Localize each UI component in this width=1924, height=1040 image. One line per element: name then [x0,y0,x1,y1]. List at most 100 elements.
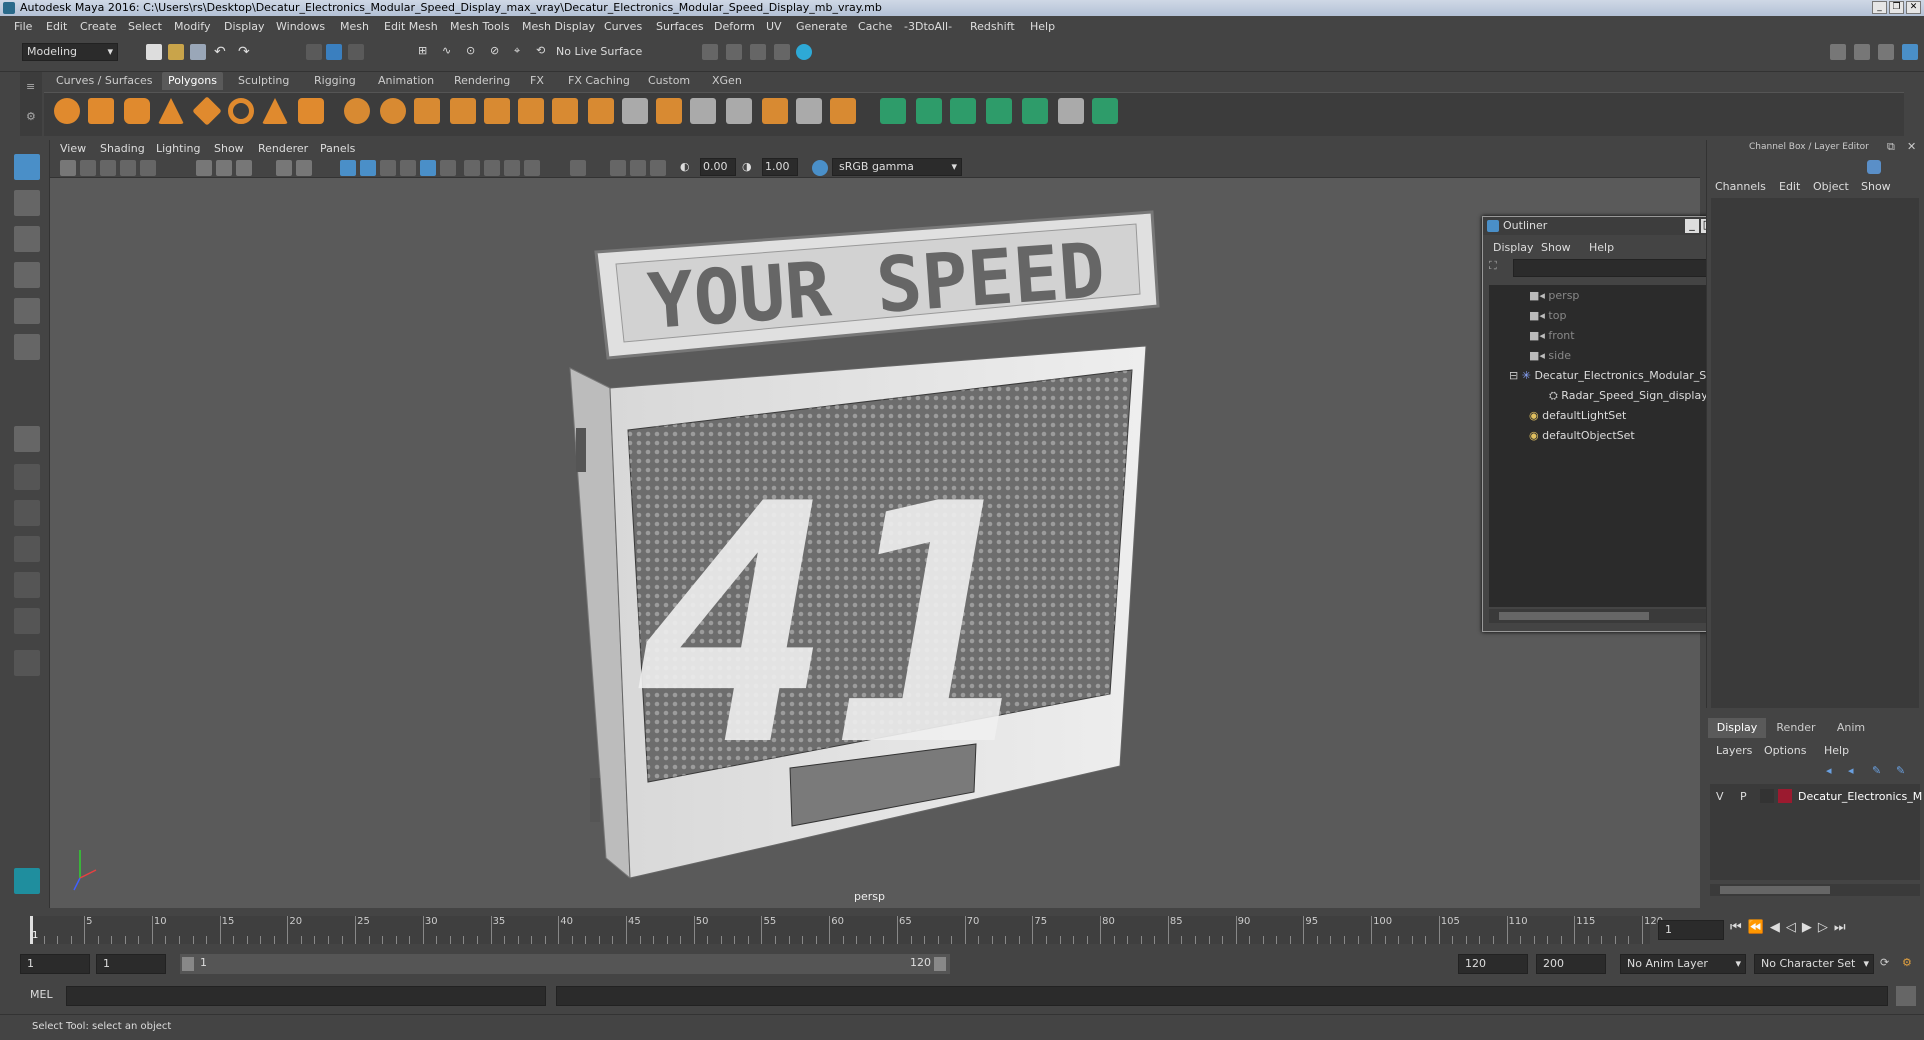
channel-box-menu-edit[interactable]: Edit [1779,180,1800,193]
menu-create[interactable]: Create [80,20,117,33]
cylindrical-mapping-icon[interactable] [916,98,942,124]
new-layer-icon[interactable]: ✎ [1872,764,1881,777]
rotate-tool-icon[interactable] [14,298,40,324]
menu-file[interactable]: File [14,20,32,33]
uv-sew-icon[interactable] [1092,98,1118,124]
lasso-tool-icon[interactable] [14,190,40,216]
image-plane-icon[interactable] [120,160,136,176]
range-end-handle[interactable] [934,957,946,971]
multi-cut-icon[interactable] [690,98,716,124]
append-icon[interactable] [656,98,682,124]
menu-redshift[interactable]: Redshift [970,20,1015,33]
viewport-menu-show[interactable]: Show [214,142,244,155]
layer-tab-anim[interactable]: Anim [1826,718,1876,738]
film-gate-icon[interactable] [216,160,232,176]
step-back-key-icon[interactable]: ⏪ [1748,920,1770,935]
camera-lock-icon[interactable] [80,160,96,176]
live-surface-field[interactable]: No Live Surface [556,43,654,61]
merge-icon[interactable] [762,98,788,124]
minimize-button[interactable]: _ [1872,1,1887,14]
outliner-filter-icon[interactable]: ⛶ [1489,259,1507,277]
playback-start-field[interactable]: 1 [96,954,166,974]
planar-mapping-icon[interactable] [880,98,906,124]
wireframe-on-shaded-icon[interactable] [420,160,436,176]
playback-end-field[interactable]: 120 [1458,954,1528,974]
combine-icon[interactable] [344,98,370,124]
render-frame-icon[interactable] [726,44,742,60]
layer-tab-display[interactable]: Display [1708,718,1766,738]
script-editor-icon[interactable] [1896,986,1916,1006]
outliner-item-side[interactable]: ■◂ side [1529,347,1571,365]
smooth-shade-icon[interactable] [360,160,376,176]
outliner-item-front[interactable]: ■◂ front [1529,327,1575,345]
close-button[interactable]: ✕ [1906,1,1921,14]
layer-menu-options[interactable]: Options [1764,744,1806,757]
outliner-item-top[interactable]: ■◂ top [1529,307,1566,325]
channel-box-float-icon[interactable]: ⧉ [1887,140,1895,154]
layer-horizontal-scrollbar[interactable] [1710,884,1920,896]
gamma-field[interactable]: 1.00 [762,158,798,176]
outliner-minimize-button[interactable]: _ [1685,219,1699,233]
select-component-icon[interactable] [348,44,364,60]
snap-view-icon[interactable]: ⊘ [490,44,506,60]
outliner-item-persp[interactable]: ■◂ persp [1529,287,1579,305]
shelf-tab-fx[interactable]: FX [524,72,550,90]
quad-draw-icon[interactable] [830,98,856,124]
menu-edit[interactable]: Edit [46,20,67,33]
grease-pencil-icon[interactable] [140,160,156,176]
layer-tab-render[interactable]: Render [1770,718,1822,738]
layer-playback-toggle[interactable]: P [1740,790,1747,803]
uv-editor-icon[interactable] [1022,98,1048,124]
outliner-item-radar-speed-sign-display[interactable]: ⛭ Radar_Speed_Sign_display [1549,387,1708,405]
poly-torus-icon[interactable] [228,98,254,124]
fill-hole-icon[interactable] [796,98,822,124]
anim-layer-select[interactable]: No Anim Layer ▾ [1620,954,1746,974]
new-layer-selected-icon[interactable]: ✎ [1896,764,1905,777]
hypershade-icon[interactable] [796,44,812,60]
channel-box-menu-show[interactable]: Show [1861,180,1891,193]
four-view-layout-icon[interactable] [14,464,40,490]
layer-scroll-thumb[interactable] [1720,886,1830,894]
snap-surface-icon[interactable]: ⌖ [514,44,530,60]
safe-title-icon[interactable] [296,160,312,176]
boolean-icon[interactable] [484,98,510,124]
shelf-tab-xgen[interactable]: XGen [706,72,748,90]
layer-display-type[interactable] [1760,789,1774,803]
separate-icon[interactable] [380,98,406,124]
bridge-icon[interactable] [588,98,614,124]
persp-hypershade-layout-icon[interactable] [14,572,40,598]
extrude-icon[interactable] [552,98,578,124]
redo-icon[interactable]: ↷ [238,44,254,60]
scale-tool-icon[interactable] [14,334,40,360]
shelf-tab-sculpting[interactable]: Sculpting [232,72,295,90]
shelf-tab-custom[interactable]: Custom [642,72,696,90]
outliner-item-default-object-set[interactable]: ◉ defaultObjectSet [1529,427,1635,445]
shelf-settings-icon[interactable]: ⚙ [26,110,36,123]
outliner-titlebar[interactable]: Outliner _ □ ✕ [1483,217,1737,235]
outliner-search-input[interactable] [1513,259,1727,277]
select-hierarchy-icon[interactable] [306,44,322,60]
toggle-tool-settings-icon[interactable] [1878,44,1894,60]
spherical-mapping-icon[interactable] [950,98,976,124]
layout-options-icon[interactable] [14,650,40,676]
layer-color-swatch[interactable] [1778,789,1792,803]
shelf-tab-rigging[interactable]: Rigging [308,72,362,90]
render-view-icon[interactable] [702,44,718,60]
viewport-menu-renderer[interactable]: Renderer [258,142,308,155]
command-language-label[interactable]: MEL [30,988,53,1001]
outliner-horizontal-scrollbar[interactable] [1489,609,1727,623]
range-slider[interactable]: 1 120 [180,954,950,974]
menu-curves[interactable]: Curves [604,20,642,33]
xray-joints-icon[interactable] [610,160,626,176]
single-perspective-layout-icon[interactable] [14,426,40,452]
viewport-menu-shading[interactable]: Shading [100,142,145,155]
snap-curve-icon[interactable]: ∿ [442,44,458,60]
snap-grid-icon[interactable]: ⊞ [418,44,434,60]
menu-3dtoall[interactable]: -3DtoAll- [904,20,952,33]
move-tool-icon[interactable] [14,262,40,288]
automatic-mapping-icon[interactable] [986,98,1012,124]
safe-action-icon[interactable] [276,160,292,176]
channel-box-menu-object[interactable]: Object [1813,180,1849,193]
go-to-end-icon[interactable]: ⏭ [1834,920,1852,935]
outliner-menu-display[interactable]: Display [1493,241,1534,254]
